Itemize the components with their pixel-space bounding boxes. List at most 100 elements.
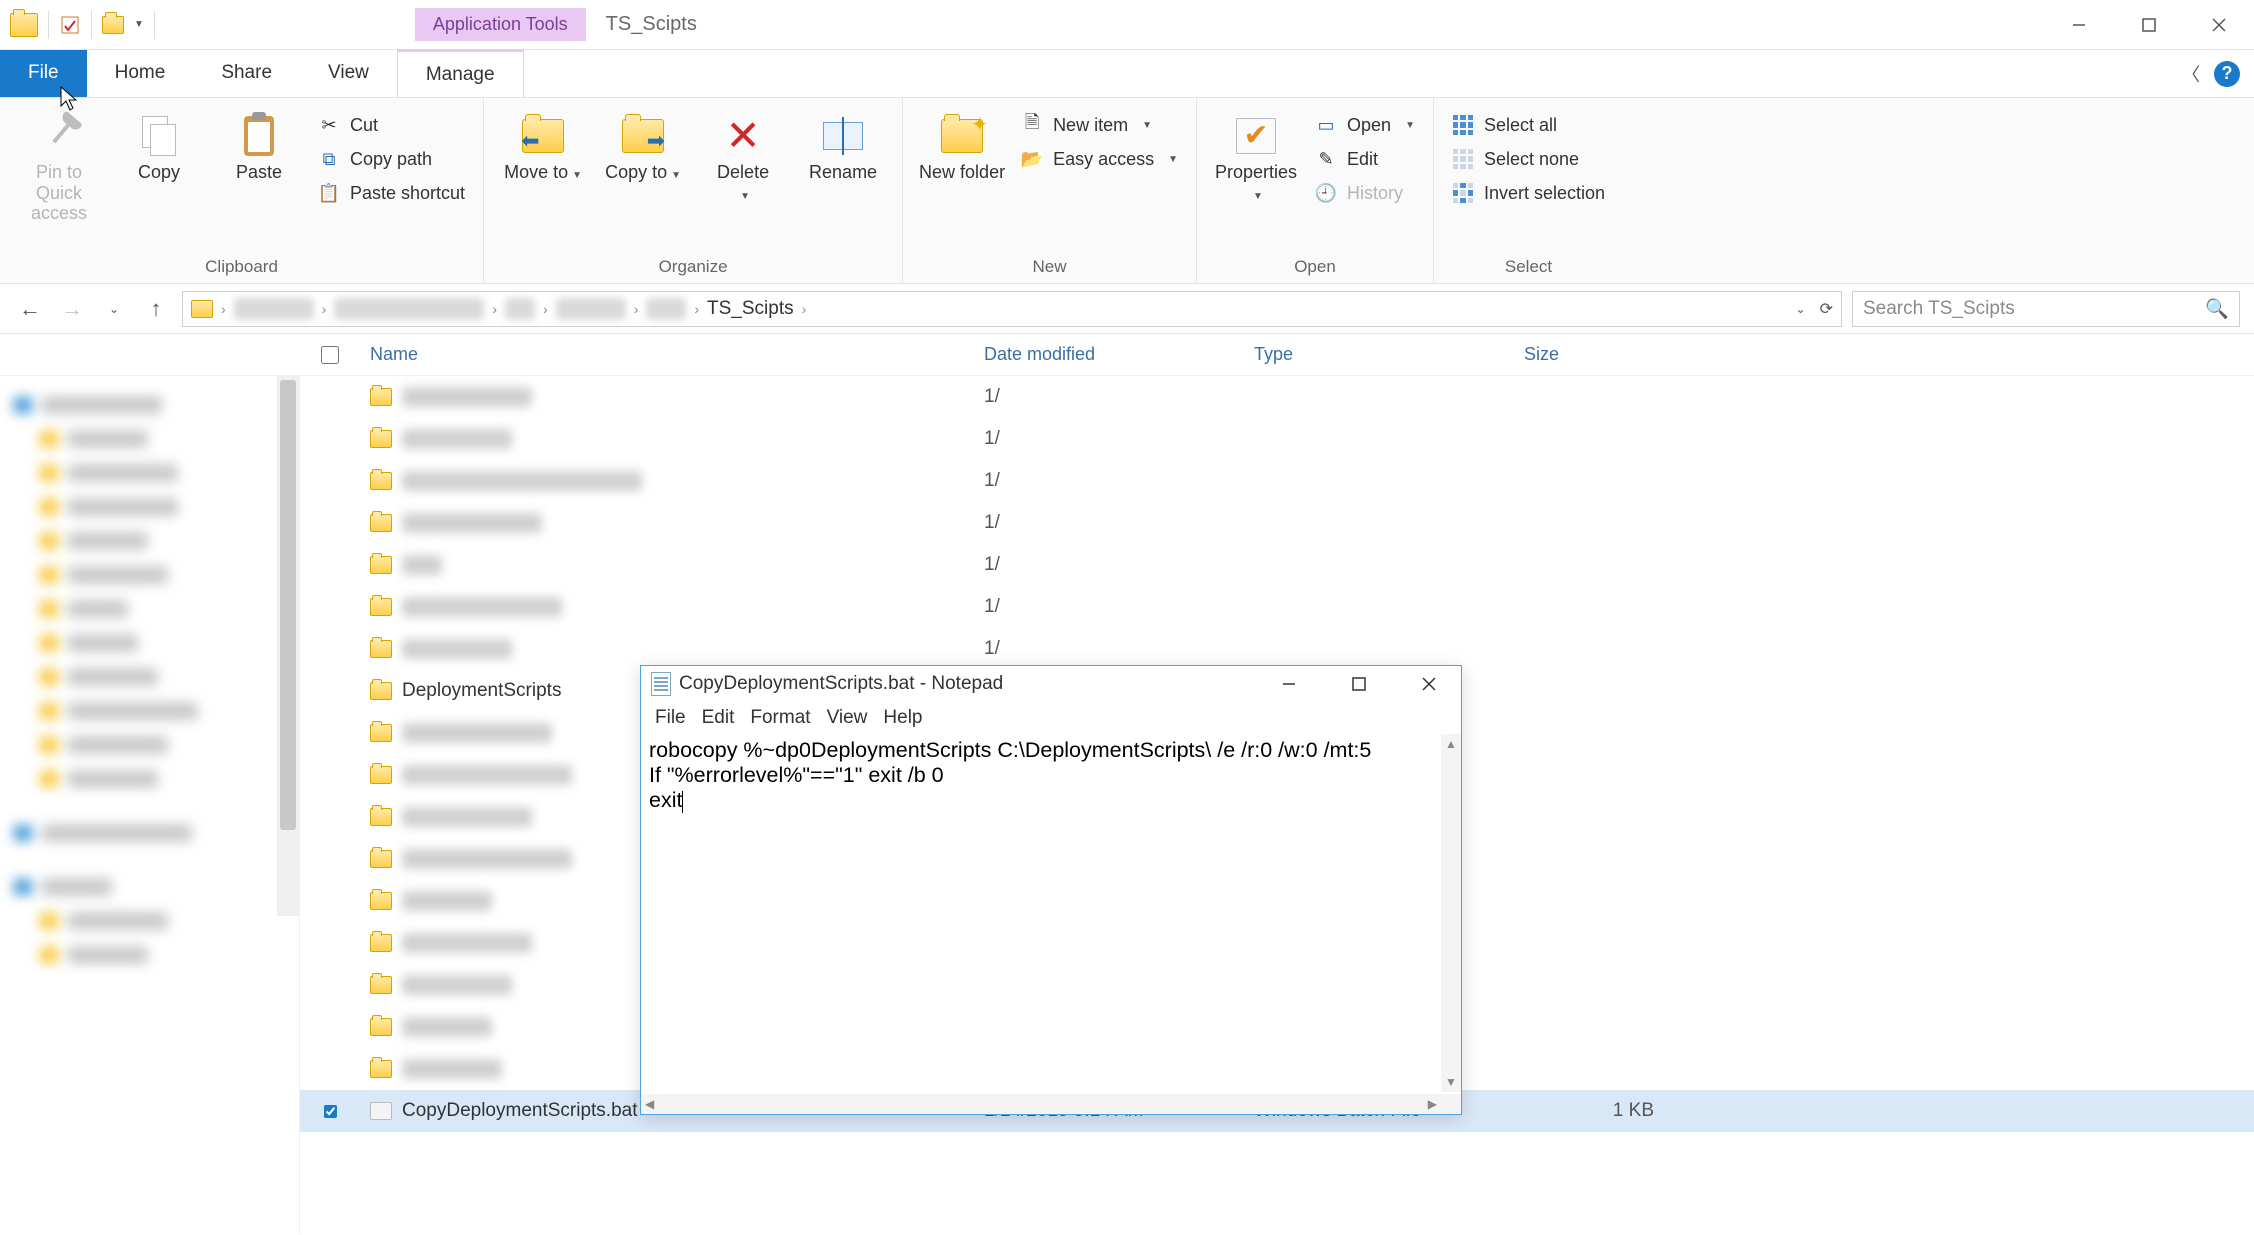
ribbon: Pin to Quick access Copy Paste ✂Cut ⧉Cop…	[0, 98, 2254, 284]
new-folder-button[interactable]: ✦ New folder	[915, 110, 1009, 183]
properties-icon: ✔	[1236, 118, 1276, 154]
breadcrumb-redacted	[505, 298, 535, 320]
collapse-ribbon-icon[interactable]: 〈	[2182, 61, 2200, 87]
search-input[interactable]: Search TS_Scipts 🔍	[1852, 291, 2240, 327]
tab-view[interactable]: View	[300, 50, 397, 97]
copy-button[interactable]: Copy	[112, 110, 206, 183]
tab-share[interactable]: Share	[193, 50, 300, 97]
folder-icon	[370, 430, 392, 448]
up-button[interactable]: ↑	[140, 293, 172, 325]
minimize-button[interactable]	[2044, 2, 2114, 48]
tab-home[interactable]: Home	[87, 50, 194, 97]
breadcrumb-redacted	[234, 298, 314, 320]
group-label-select: Select	[1446, 253, 1611, 283]
notepad-minimize-button[interactable]	[1267, 669, 1311, 699]
address-bar[interactable]: › › › › › › TS_Scipts › ⌄ ⟳	[182, 291, 1842, 327]
notepad-resize-grip[interactable]	[1441, 1094, 1461, 1114]
move-to-button[interactable]: ⬅ Move to▼	[496, 110, 590, 183]
ribbon-group-organize: ⬅ Move to▼ ➡ Copy to▼ ✕ Delete▼ Rename O…	[484, 98, 903, 283]
easy-access-button[interactable]: 📂Easy access▼	[1021, 148, 1178, 170]
notepad-menu-view[interactable]: View	[821, 705, 874, 731]
notepad-menu-file[interactable]: File	[649, 705, 692, 731]
list-item[interactable]: 1/	[300, 502, 2254, 544]
back-button[interactable]: ←	[14, 293, 46, 325]
cut-button[interactable]: ✂Cut	[318, 114, 465, 136]
file-name-redacted	[402, 555, 442, 575]
history-icon: 🕘	[1315, 182, 1337, 204]
quick-access-toolbar: ▼	[0, 11, 165, 39]
column-header-name[interactable]: Name	[360, 344, 984, 365]
open-folder-qat-icon[interactable]	[102, 16, 124, 34]
paste-button[interactable]: Paste	[212, 110, 306, 183]
new-item-button[interactable]: 🗎New item▼	[1021, 114, 1178, 136]
folder-icon	[370, 472, 392, 490]
open-button[interactable]: ▭Open▼	[1315, 114, 1415, 136]
notepad-horizontal-scrollbar[interactable]: ◀▶	[641, 1094, 1441, 1114]
list-item[interactable]: 1/	[300, 628, 2254, 670]
refresh-button[interactable]: ⟳	[1820, 299, 1833, 319]
properties-button[interactable]: ✔ Properties▼	[1209, 110, 1303, 203]
app-folder-icon	[10, 13, 38, 37]
new-folder-icon: ✦	[941, 119, 983, 153]
row-checkbox[interactable]	[324, 1105, 337, 1118]
file-name-redacted	[402, 639, 512, 659]
copy-to-button[interactable]: ➡ Copy to▼	[596, 110, 690, 183]
select-none-icon	[1452, 148, 1474, 170]
select-all-icon	[1452, 114, 1474, 136]
invert-selection-button[interactable]: Invert selection	[1452, 182, 1605, 204]
column-header-type[interactable]: Type	[1254, 344, 1524, 365]
notepad-menu-help[interactable]: Help	[877, 705, 928, 731]
folder-icon	[370, 682, 392, 700]
file-date: 1/	[984, 596, 1254, 618]
folder-icon	[370, 1018, 392, 1036]
select-all-checkbox[interactable]	[321, 346, 339, 364]
folder-icon	[370, 808, 392, 826]
column-header-date[interactable]: Date modified	[984, 344, 1254, 365]
paste-shortcut-button[interactable]: 📋Paste shortcut	[318, 182, 465, 204]
navigation-pane[interactable]	[0, 376, 300, 1234]
list-item[interactable]: 1/	[300, 376, 2254, 418]
select-none-button[interactable]: Select none	[1452, 148, 1605, 170]
column-headers: Name Date modified Type Size	[0, 334, 2254, 376]
breadcrumb-current[interactable]: TS_Scipts	[707, 298, 794, 320]
close-button[interactable]	[2184, 2, 2254, 48]
notepad-titlebar[interactable]: CopyDeploymentScripts.bat - Notepad	[641, 666, 1461, 702]
notepad-menu: File Edit Format View Help	[641, 702, 1461, 734]
address-dropdown-icon[interactable]: ⌄	[1796, 302, 1806, 316]
select-all-button[interactable]: Select all	[1452, 114, 1605, 136]
tab-manage[interactable]: Manage	[397, 49, 524, 97]
notepad-text-area[interactable]: robocopy %~dp0DeploymentScripts C:\Deplo…	[641, 734, 1461, 1114]
list-item[interactable]: 1/	[300, 460, 2254, 502]
copy-path-button[interactable]: ⧉Copy path	[318, 148, 465, 170]
recent-locations-button[interactable]: ⌄	[98, 293, 130, 325]
copy-to-icon: ➡	[622, 119, 664, 153]
help-button[interactable]: ?	[2214, 61, 2240, 87]
file-date: 1/	[984, 554, 1254, 576]
delete-button[interactable]: ✕ Delete▼	[696, 110, 790, 203]
history-button[interactable]: 🕘History	[1315, 182, 1415, 204]
folder-icon	[370, 514, 392, 532]
rename-button[interactable]: Rename	[796, 110, 890, 183]
qat-dropdown-icon[interactable]: ▼	[134, 19, 144, 30]
qat-separator	[48, 11, 49, 39]
properties-qat-icon[interactable]	[59, 14, 81, 36]
maximize-button[interactable]	[2114, 2, 2184, 48]
pin-to-quick-access-button[interactable]: Pin to Quick access	[12, 110, 106, 224]
edit-button[interactable]: ✎Edit	[1315, 148, 1415, 170]
notepad-window: CopyDeploymentScripts.bat - Notepad File…	[640, 665, 1462, 1115]
notepad-vertical-scrollbar[interactable]: ▲▼	[1441, 734, 1461, 1092]
tab-file[interactable]: File	[0, 50, 87, 97]
notepad-menu-edit[interactable]: Edit	[696, 705, 741, 731]
list-item[interactable]: 1/	[300, 544, 2254, 586]
notepad-menu-format[interactable]: Format	[744, 705, 816, 731]
forward-button[interactable]: →	[56, 293, 88, 325]
notepad-maximize-button[interactable]	[1337, 669, 1381, 699]
notepad-close-button[interactable]	[1407, 669, 1451, 699]
column-header-size[interactable]: Size	[1524, 344, 1694, 365]
contextual-tab-label: Application Tools	[415, 8, 586, 41]
folder-icon	[370, 640, 392, 658]
open-icon: ▭	[1315, 114, 1337, 136]
list-item[interactable]: 1/	[300, 418, 2254, 460]
paste-shortcut-icon: 📋	[318, 182, 340, 204]
list-item[interactable]: 1/	[300, 586, 2254, 628]
